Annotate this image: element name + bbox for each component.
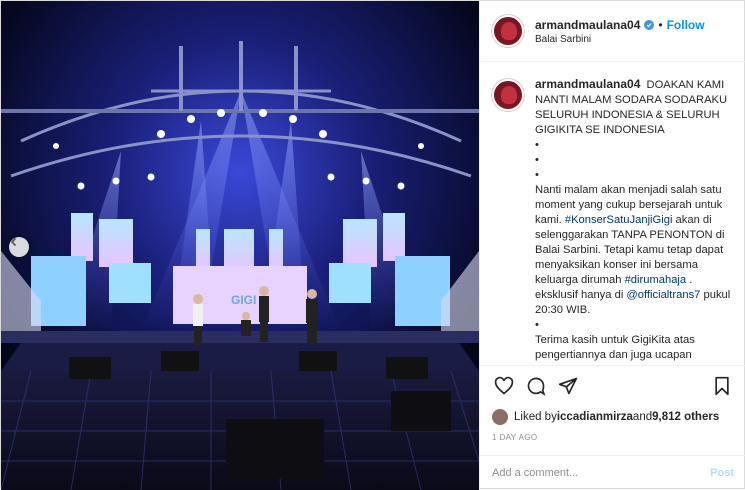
share-button[interactable] [556,374,580,398]
bookmark-icon [715,376,729,395]
heart-icon [494,376,514,395]
comment-icon [527,377,546,396]
caption-bullet: • [535,319,539,331]
caption-paragraph-2: Nanti malam akan menjadi salah satu mome… [535,184,731,316]
caption-username[interactable]: armandmaulana04 [535,77,640,91]
save-button[interactable] [710,374,734,398]
caption-line-3: • [535,154,539,166]
like-button[interactable] [492,374,516,398]
post-header: armandmaulana04 • Follow Balai Sarbini [480,1,745,62]
post-photo[interactable]: GIGI [1,1,479,490]
share-icon [558,377,578,394]
previous-photo-button[interactable] [9,237,29,257]
action-bar [480,365,745,405]
likes-summary: Liked by iccadianmirza and 9,812 others [480,405,745,429]
concert-stage-image: GIGI [1,1,479,490]
liker-avatar[interactable] [492,409,508,425]
add-comment-input[interactable] [492,467,711,479]
hashtag-link[interactable]: #dirumahaja [625,274,687,286]
add-comment-bar: Post [480,455,745,490]
comments-area[interactable]: armandmaulana04 DOAKAN KAMI NANTI MALAM … [480,62,745,365]
verified-badge-icon [644,19,655,30]
location-link[interactable]: Balai Sarbini [535,34,705,45]
comment-button[interactable] [524,374,548,398]
stage-screen-text: GIGI [231,293,256,307]
caption-line-4: • [535,169,539,181]
likes-count[interactable]: 9,812 others [652,411,719,423]
author-avatar[interactable] [492,15,524,47]
post-timestamp[interactable]: 1 DAY AGO [480,429,745,455]
post-comment-button[interactable]: Post [710,467,734,479]
caption-paragraph-3: Terima kasih untuk GigiKita atas pengert… [535,334,695,361]
caption-text: armandmaulana04 DOAKAN KAMI NANTI MALAM … [535,77,734,363]
separator-dot: • [658,17,663,32]
caption-author-avatar[interactable] [492,79,524,111]
instagram-post: GIGI armandmaulana04 • Follow Balai Sarb… [0,0,745,490]
post-sidebar: armandmaulana04 • Follow Balai Sarbini a… [479,1,745,490]
author-username[interactable]: armandmaulana04 [535,18,640,32]
chevron-left-icon [10,237,17,247]
mention-link[interactable]: @officialtrans7 [626,289,700,301]
hashtag-link[interactable]: #KonserSatuJanjiGigi [565,214,673,226]
follow-button[interactable]: Follow [667,18,705,32]
liker-username[interactable]: iccadianmirza [557,411,633,423]
header-text: armandmaulana04 • Follow Balai Sarbini [535,18,705,45]
caption-line-2: • [535,139,539,151]
caption: armandmaulana04 DOAKAN KAMI NANTI MALAM … [492,77,734,363]
